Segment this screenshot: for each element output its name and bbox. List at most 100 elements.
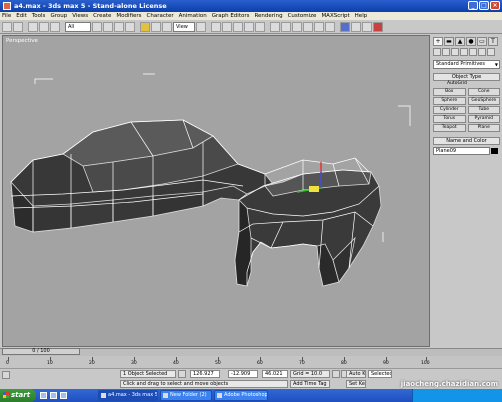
systems-icon[interactable]: [487, 48, 495, 56]
reference-coord-dropdown[interactable]: View: [173, 21, 195, 32]
geometry-icon[interactable]: [433, 48, 441, 56]
box-button[interactable]: Box: [433, 88, 466, 96]
quick-launch-icon[interactable]: [50, 392, 57, 399]
name-and-color-rollout[interactable]: Name and Color: [433, 137, 500, 145]
menu-views[interactable]: Views: [72, 13, 88, 19]
utilities-tab[interactable]: T: [488, 37, 498, 46]
maxscript-listener-icon[interactable]: [2, 371, 10, 379]
auto-key-button[interactable]: Auto Key: [346, 370, 366, 378]
minimize-button[interactable]: _: [468, 1, 478, 10]
menu-file[interactable]: File: [2, 13, 11, 19]
object-color-swatch[interactable]: [491, 148, 498, 154]
track-bar[interactable]: 0 10 20 30 40 50 60 70 80 90 100: [0, 356, 502, 368]
tick-label: 40: [173, 361, 179, 366]
lights-icon[interactable]: [451, 48, 459, 56]
lock-selection-icon[interactable]: [178, 370, 186, 378]
tube-button[interactable]: Tube: [467, 106, 500, 114]
menu-character[interactable]: Character: [147, 13, 174, 19]
helpers-icon[interactable]: [469, 48, 477, 56]
quick-launch-icon[interactable]: [60, 392, 67, 399]
sphere-button[interactable]: Sphere: [433, 97, 466, 105]
set-key-button[interactable]: Set Key: [346, 380, 366, 388]
close-button[interactable]: ×: [490, 1, 500, 10]
render-scene-icon[interactable]: [351, 21, 361, 32]
plane-button[interactable]: Plane: [467, 124, 500, 132]
select-by-name-icon[interactable]: [103, 21, 113, 32]
taskbar-item-3dsmax[interactable]: a4.max - 3ds max 5 - ...: [98, 390, 158, 401]
render-last-icon[interactable]: [373, 21, 383, 32]
hierarchy-tab[interactable]: ▲: [455, 37, 465, 46]
time-slider[interactable]: 0 / 100: [2, 348, 80, 355]
tick-label: 10: [47, 361, 53, 366]
command-panel-tabs: + ▬ ▲ ● ▭ T: [431, 35, 502, 48]
select-and-rotate-icon[interactable]: [151, 21, 161, 32]
tick-label: 60: [257, 361, 263, 366]
undo-icon[interactable]: [2, 21, 12, 32]
object-name-field[interactable]: Plane09: [433, 147, 498, 155]
menu-modifiers[interactable]: Modifiers: [116, 13, 141, 19]
menu-tools[interactable]: Tools: [32, 13, 46, 19]
redo-icon[interactable]: [13, 21, 23, 32]
taskbar-item-new-folder[interactable]: New Folder (2): [160, 390, 212, 401]
object-type-rollout[interactable]: Object Type: [433, 73, 500, 81]
geosphere-button[interactable]: GeoSphere: [467, 97, 500, 105]
maximize-button[interactable]: □: [479, 1, 489, 10]
space-warps-icon[interactable]: [478, 48, 486, 56]
select-and-scale-icon[interactable]: [162, 21, 172, 32]
quick-render-icon[interactable]: [362, 21, 372, 32]
window-crossing-icon[interactable]: [125, 21, 135, 32]
menu-rendering[interactable]: Rendering: [254, 13, 282, 19]
select-object-icon[interactable]: [92, 21, 102, 32]
modify-tab[interactable]: ▬: [444, 37, 454, 46]
taskbar-item-photoshop[interactable]: Adobe Photoshop: [214, 390, 268, 401]
align-icon[interactable]: [292, 21, 302, 32]
go-to-start-icon[interactable]: [332, 370, 340, 378]
named-selection-icon[interactable]: [270, 21, 280, 32]
material-editor-icon[interactable]: [340, 21, 350, 32]
torus-button[interactable]: Torus: [433, 115, 466, 123]
x-coordinate-field[interactable]: 126.927: [190, 370, 220, 378]
menu-graph-editors[interactable]: Graph Editors: [212, 13, 250, 19]
menu-help[interactable]: Help: [355, 13, 368, 19]
layer-manager-icon[interactable]: [303, 21, 313, 32]
menu-maxscript[interactable]: MAXScript: [321, 13, 349, 19]
shapes-icon[interactable]: [442, 48, 450, 56]
menu-animation[interactable]: Animation: [179, 13, 207, 19]
menu-create[interactable]: Create: [93, 13, 111, 19]
angle-snap-icon[interactable]: [233, 21, 243, 32]
perspective-viewport[interactable]: Perspective: [2, 35, 430, 347]
rectangular-selection-icon[interactable]: [114, 21, 124, 32]
menu-group[interactable]: Group: [50, 13, 67, 19]
motion-tab[interactable]: ●: [466, 37, 476, 46]
select-and-move-icon[interactable]: [140, 21, 150, 32]
curve-editor-icon[interactable]: [314, 21, 324, 32]
mirror-icon[interactable]: [281, 21, 291, 32]
quick-launch-icon[interactable]: [40, 392, 47, 399]
percent-snap-icon[interactable]: [244, 21, 254, 32]
pivot-center-icon[interactable]: [196, 21, 206, 32]
bind-space-warp-icon[interactable]: [50, 21, 60, 32]
link-icon[interactable]: [28, 21, 38, 32]
create-tab[interactable]: +: [433, 37, 443, 46]
tick-label: 70: [299, 361, 305, 366]
selection-filter-dropdown[interactable]: All: [65, 21, 91, 32]
menu-edit[interactable]: Edit: [16, 13, 27, 19]
z-coordinate-field[interactable]: 46.021: [262, 370, 288, 378]
menu-customize[interactable]: Customize: [288, 13, 317, 19]
teapot-button[interactable]: Teapot: [433, 124, 466, 132]
start-button[interactable]: start: [0, 389, 36, 402]
add-time-tag-button[interactable]: Add Time Tag: [290, 380, 330, 388]
select-manipulate-icon[interactable]: [211, 21, 221, 32]
snap-toggle-icon[interactable]: [222, 21, 232, 32]
primitive-category-dropdown[interactable]: Standard Primitives: [433, 60, 500, 69]
cone-button[interactable]: Cone: [467, 88, 500, 96]
auto-key-mode-dropdown[interactable]: Selected: [368, 370, 392, 378]
cameras-icon[interactable]: [460, 48, 468, 56]
y-coordinate-field[interactable]: -12.909: [228, 370, 258, 378]
unlink-icon[interactable]: [39, 21, 49, 32]
spinner-snap-icon[interactable]: [255, 21, 265, 32]
pyramid-button[interactable]: Pyramid: [467, 115, 500, 123]
display-tab[interactable]: ▭: [477, 37, 487, 46]
cylinder-button[interactable]: Cylinder: [433, 106, 466, 114]
schematic-view-icon[interactable]: [325, 21, 335, 32]
